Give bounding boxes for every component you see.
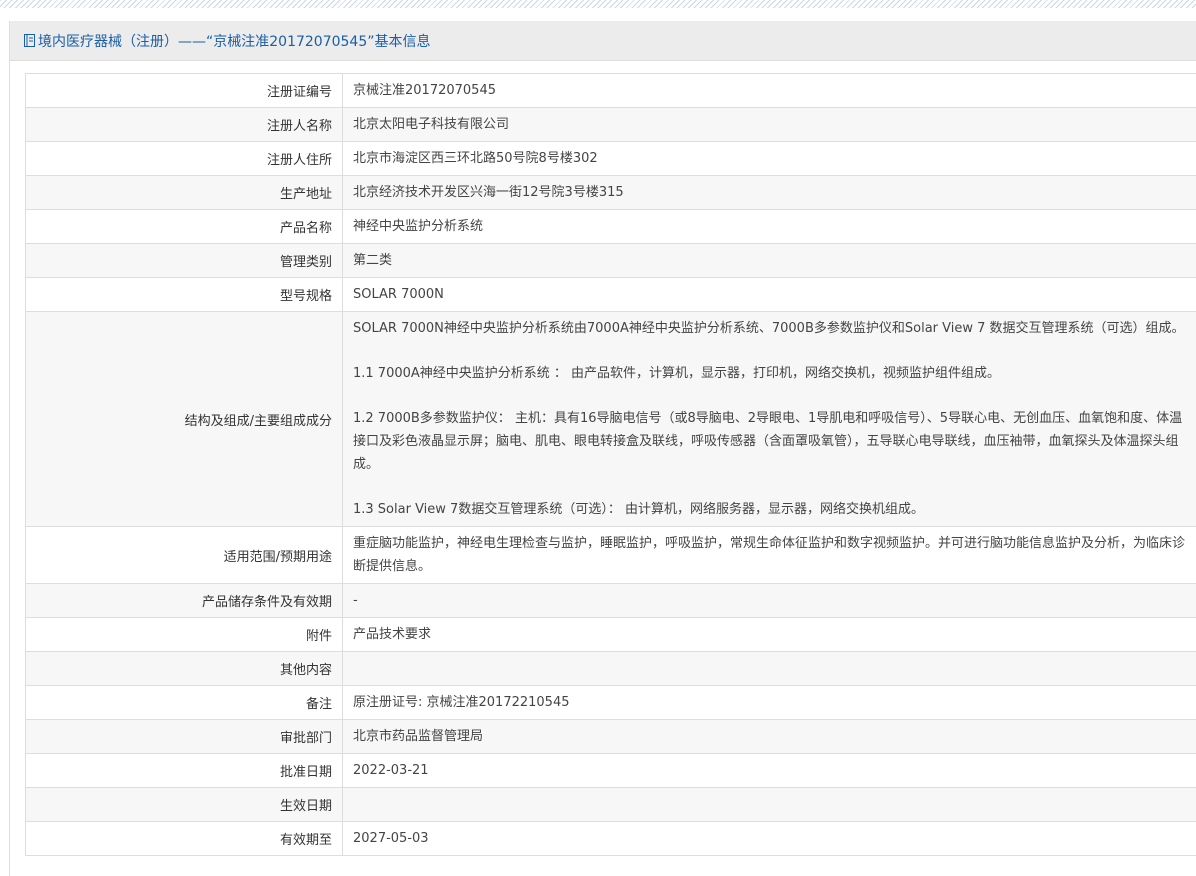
field-label: 注册证编号 <box>25 73 343 108</box>
field-value <box>342 787 1196 822</box>
table-row: 注册人住所 北京市海淀区西三环北路50号院8号楼302 <box>25 141 1196 176</box>
field-value: 北京市海淀区西三环北路50号院8号楼302 <box>342 141 1196 176</box>
table-row: 产品储存条件及有效期 - <box>25 583 1196 618</box>
field-value-text: 神经中央监护分析系统 <box>353 219 484 234</box>
field-value-text: SOLAR 7000N <box>353 287 444 302</box>
field-value-text: - <box>353 593 358 608</box>
field-value-text: 1.2 7000B多参数监护仪： 主机：具有16导脑电信号（或8导脑电、2导眼电… <box>353 411 1183 472</box>
field-value: 北京太阳电子科技有限公司 <box>342 107 1196 142</box>
table-row: 结构及组成/主要组成成分 SOLAR 7000N神经中央监护分析系统由7000A神… <box>25 311 1196 527</box>
field-value-text: 第二类 <box>353 253 393 268</box>
field-value: 北京市药品监督管理局 <box>342 719 1196 754</box>
field-label: 注册人住所 <box>25 141 343 176</box>
field-value-text: 北京经济技术开发区兴海一街12号院3号楼315 <box>353 185 624 200</box>
table-row: 产品名称 神经中央监护分析系统 <box>25 209 1196 244</box>
field-value-text: 1.1 7000A神经中央监护分析系统 ： 由产品软件，计算机，显示器，打印机，… <box>353 366 1001 381</box>
field-value-text: 北京太阳电子科技有限公司 <box>353 117 510 132</box>
field-value-text: 2027-05-03 <box>353 831 429 846</box>
table-row: 注册证编号 京械注准20172070545 <box>25 73 1196 108</box>
table-row: 有效期至 2027-05-03 <box>25 821 1196 856</box>
table-row: 型号规格 SOLAR 7000N <box>25 277 1196 312</box>
field-label: 管理类别 <box>25 243 343 278</box>
table-row: 生效日期 <box>25 787 1196 822</box>
table-row: 附件 产品技术要求 <box>25 617 1196 652</box>
table-row: 管理类别 第二类 <box>25 243 1196 278</box>
page-title: 境内医疗器械（注册）——“京械注准20172070545”基本信息 <box>38 33 431 50</box>
table-row: 其他内容 <box>25 651 1196 686</box>
field-value: 2027-05-03 <box>342 821 1196 856</box>
field-value: 神经中央监护分析系统 <box>342 209 1196 244</box>
field-value: 北京经济技术开发区兴海一街12号院3号楼315 <box>342 175 1196 210</box>
table-row: 审批部门 北京市药品监督管理局 <box>25 719 1196 754</box>
field-value: - <box>342 583 1196 618</box>
field-label: 适用范围/预期用途 <box>25 526 343 584</box>
field-label: 产品储存条件及有效期 <box>25 583 343 618</box>
field-value: 重症脑功能监护，神经电生理检查与监护，睡眠监护，呼吸监护，常规生命体征监护和数字… <box>342 526 1196 584</box>
table-row: 适用范围/预期用途 重症脑功能监护，神经电生理检查与监护，睡眠监护，呼吸监护，常规… <box>25 526 1196 584</box>
field-value-text: SOLAR 7000N神经中央监护分析系统由7000A神经中央监护分析系统、70… <box>353 321 1185 336</box>
table-row: 备注 原注册证号: 京械注准20172210545 <box>25 685 1196 720</box>
field-value-text: 产品技术要求 <box>353 627 432 642</box>
info-panel: 境内医疗器械（注册）——“京械注准20172070545”基本信息 注册证编号京… <box>9 21 1196 876</box>
field-value: 京械注准20172070545 <box>342 73 1196 108</box>
field-label: 型号规格 <box>25 277 343 312</box>
panel-header: 境内医疗器械（注册）——“京械注准20172070545”基本信息 <box>10 21 1196 61</box>
info-table: 注册证编号 京械注准20172070545 注册人名称 北京太阳电子科技有限公司 注册人… <box>25 73 1196 856</box>
field-label: 生效日期 <box>25 787 343 822</box>
field-label: 备注 <box>25 685 343 720</box>
document-icon <box>24 34 35 47</box>
field-value-text: 2022-03-21 <box>353 763 429 778</box>
field-value: 原注册证号: 京械注准20172210545 <box>342 685 1196 720</box>
table-row: 注册人名称 北京太阳电子科技有限公司 <box>25 107 1196 142</box>
field-label: 审批部门 <box>25 719 343 754</box>
field-value-text: 北京市药品监督管理局 <box>353 729 484 744</box>
field-label: 其他内容 <box>25 651 343 686</box>
field-value-text: 1.3 Solar View 7数据交互管理系统（可选）： 由计算机，网络服务器… <box>353 502 924 517</box>
field-label: 注册人名称 <box>25 107 343 142</box>
field-label: 有效期至 <box>25 821 343 856</box>
field-value: 2022-03-21 <box>342 753 1196 788</box>
field-value: SOLAR 7000N <box>342 277 1196 312</box>
field-value: 产品技术要求 <box>342 617 1196 652</box>
field-value-text: 原注册证号: 京械注准20172210545 <box>353 695 570 710</box>
table-row: 生产地址 北京经济技术开发区兴海一街12号院3号楼315 <box>25 175 1196 210</box>
field-value: SOLAR 7000N神经中央监护分析系统由7000A神经中央监护分析系统、70… <box>342 311 1196 527</box>
field-label: 结构及组成/主要组成成分 <box>25 311 343 527</box>
field-value: 第二类 <box>342 243 1196 278</box>
field-label: 产品名称 <box>25 209 343 244</box>
field-label: 生产地址 <box>25 175 343 210</box>
top-decorative-stripe <box>0 0 1196 8</box>
table-row: 批准日期 2022-03-21 <box>25 753 1196 788</box>
info-table-body: 注册证编号 京械注准20172070545 注册人名称 北京太阳电子科技有限公司 注册人… <box>25 73 1196 856</box>
field-value-text: 北京市海淀区西三环北路50号院8号楼302 <box>353 151 598 166</box>
field-label: 批准日期 <box>25 753 343 788</box>
field-value-text: 京械注准20172070545 <box>353 83 496 98</box>
field-value-text: 重症脑功能监护，神经电生理检查与监护，睡眠监护，呼吸监护，常规生命体征监护和数字… <box>353 536 1186 574</box>
field-value <box>342 651 1196 686</box>
field-label: 附件 <box>25 617 343 652</box>
